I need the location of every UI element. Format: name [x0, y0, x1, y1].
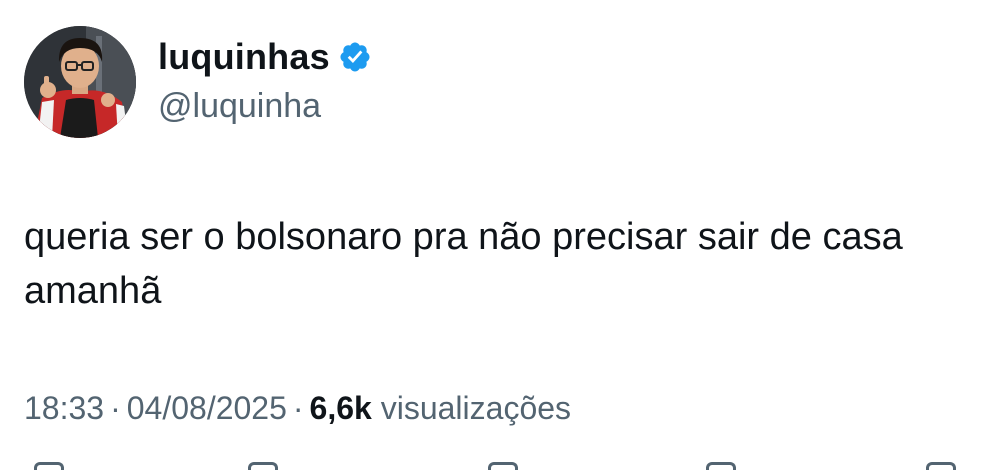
- share-icon[interactable]: [926, 462, 956, 470]
- like-icon[interactable]: [488, 462, 518, 470]
- reply-icon[interactable]: [34, 462, 64, 470]
- tweet-meta: 18:33 · 04/08/2025 · 6,6k visualizações: [24, 386, 571, 430]
- author-names: luquinhas @luquinha: [158, 35, 372, 129]
- tweet-time[interactable]: 18:33: [24, 390, 104, 426]
- tweet-card: luquinhas @luquinha queria ser o bolsona…: [0, 0, 1000, 470]
- display-name[interactable]: luquinhas: [158, 35, 330, 79]
- meta-separator: ·: [110, 390, 121, 426]
- author-handle[interactable]: @luquinha: [158, 83, 372, 129]
- tweet-text: queria ser o bolsonaro pra não precisar …: [24, 216, 903, 312]
- bookmark-icon[interactable]: [706, 462, 736, 470]
- tweet-header: luquinhas @luquinha: [24, 26, 372, 138]
- meta-separator: ·: [292, 390, 304, 426]
- views-count[interactable]: 6,6k: [310, 390, 372, 426]
- avatar[interactable]: [24, 26, 136, 138]
- action-bar: [0, 458, 1000, 470]
- views-label[interactable]: visualizações: [381, 390, 571, 426]
- tweet-date[interactable]: 04/08/2025: [127, 390, 287, 426]
- avatar-image: [24, 26, 136, 138]
- display-name-row: luquinhas: [158, 35, 372, 79]
- retweet-icon[interactable]: [248, 462, 278, 470]
- verified-badge-icon[interactable]: [338, 40, 372, 74]
